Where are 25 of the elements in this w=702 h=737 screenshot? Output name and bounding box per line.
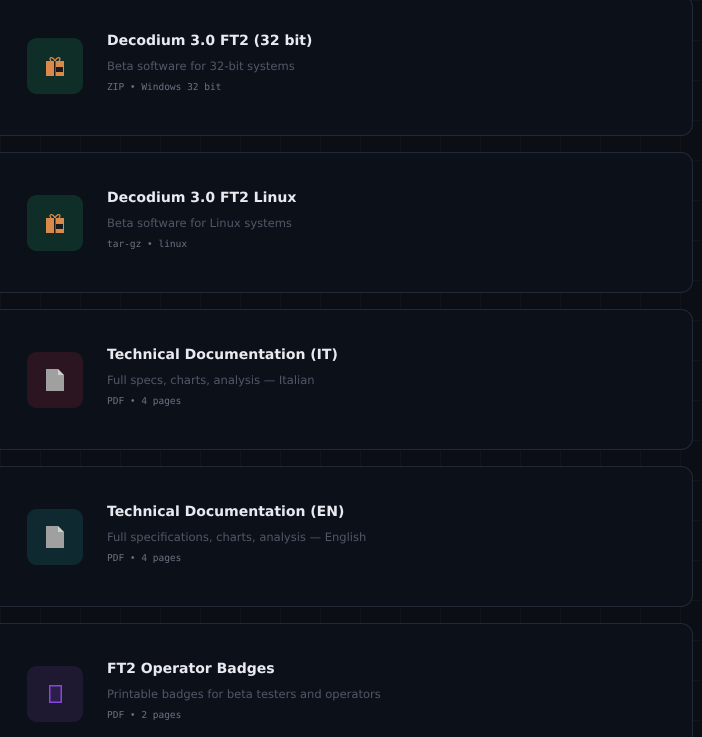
download-title: Decodium 3.0 FT2 Linux <box>107 190 296 206</box>
download-description: Full specs, charts, analysis — Italian <box>107 372 316 386</box>
file-meta: PDF • 4 pages <box>107 552 182 564</box>
document-icon <box>46 368 64 390</box>
gift-icon <box>44 54 66 76</box>
download-title: Decodium 3.0 FT2 (32 bit) <box>107 32 312 48</box>
download-card[interactable]: Decodium 3.0 FT2 (32 bit) Beta software for 32-bit systems ZIP • Windows 32 bit <box>0 0 693 136</box>
file-meta: PDF • 4 pages <box>107 396 182 406</box>
download-title: Technical Documentation (EN) <box>107 504 346 520</box>
download-description: Full specifications, charts, analysis — English <box>107 530 366 544</box>
download-card[interactable]: Technical Documentation (EN) Full specifications, charts, analysis — English PDF • 4 pages <box>0 466 693 607</box>
download-description: Beta software for Linux systems <box>107 216 293 230</box>
download-card[interactable]: Technical Documentation (IT) Full specs, charts, analysis — Italian PDF • 4 pages <box>0 309 693 450</box>
badge-icon <box>48 684 62 702</box>
file-meta: ZIP • Windows 32 bit <box>107 82 222 92</box>
file-meta: tar-gz • linux <box>107 238 188 250</box>
download-title: FT2 Operator Badges <box>107 660 276 676</box>
download-description: Printable badges for beta testers and operators <box>107 686 381 700</box>
download-title: Technical Documentation (IT) <box>107 346 338 362</box>
file-meta: PDF • 2 pages <box>107 710 182 720</box>
download-description: Beta software for 32-bit systems <box>107 58 296 72</box>
document-icon <box>46 526 64 548</box>
gift-icon <box>44 212 66 234</box>
download-card[interactable]: FT2 Operator Badges Printable badges for beta testers and operators PDF • 2 pages <box>0 623 693 737</box>
download-card[interactable]: Decodium 3.0 FT2 Linux Beta software for Linux systems tar-gz • linux <box>0 152 693 293</box>
